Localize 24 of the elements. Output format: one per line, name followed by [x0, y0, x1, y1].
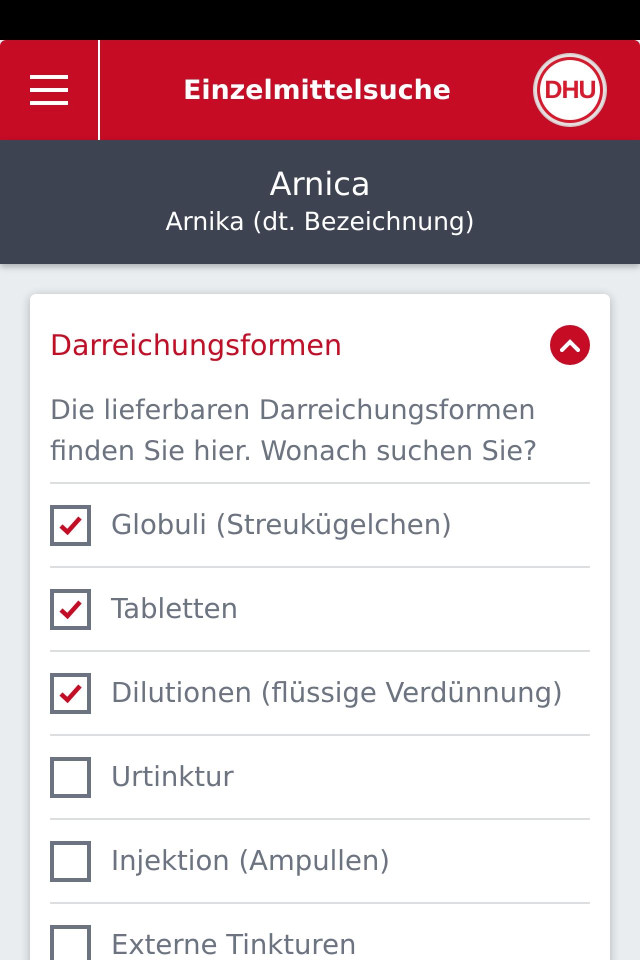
menu-icon — [30, 73, 68, 107]
option-label: Dilutionen (flüssige Verdünnung) — [111, 677, 563, 709]
checkmark-icon — [59, 684, 82, 702]
option-label: Globuli (Streukügelchen) — [111, 509, 452, 541]
section-title: Darreichungsformen — [50, 328, 342, 362]
option-label: Externe Tinkturen — [111, 929, 356, 960]
checkbox[interactable] — [50, 924, 91, 960]
option-label: Injektion (Ampullen) — [111, 845, 390, 877]
remedy-subtitle: Arnika (dt. Bezeichnung) — [165, 206, 475, 238]
section-description: Die lieferbaren Darreichungsformen finden Sie hier. Wonach suchen Sie? — [50, 394, 538, 469]
checkmark-icon — [59, 600, 82, 618]
checkbox[interactable] — [50, 840, 91, 882]
chevron-up-icon — [560, 338, 580, 352]
screen-title: Einzelmittelsuche — [183, 74, 451, 106]
checkbox[interactable] — [50, 756, 91, 798]
checkmark-icon — [59, 516, 82, 534]
collapse-button[interactable] — [550, 325, 590, 365]
remedy-name: Arnica — [270, 164, 370, 204]
brand-logo: DHU — [534, 54, 606, 126]
option-label: Tabletten — [111, 593, 238, 625]
checkbox[interactable] — [50, 672, 91, 714]
checkbox[interactable] — [50, 504, 91, 546]
checkbox[interactable] — [50, 588, 91, 630]
option-label: Urtinktur — [111, 761, 234, 793]
